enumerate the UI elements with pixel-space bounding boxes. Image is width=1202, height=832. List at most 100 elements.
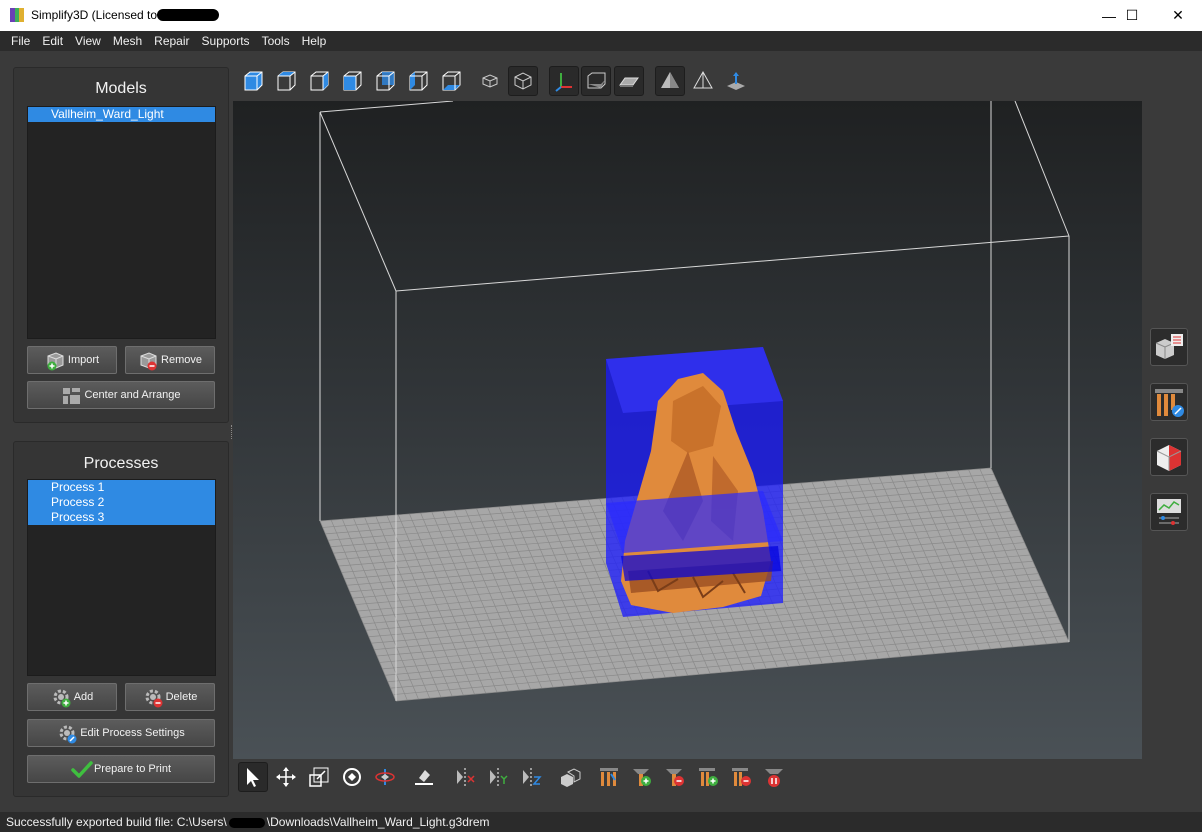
prepare-to-print-button[interactable]: Prepare to Print [27, 755, 215, 783]
rotate-icon [343, 768, 361, 786]
view-right-button[interactable] [436, 66, 466, 96]
menu-bar: File Edit View Mesh Repair Supports Tool… [0, 31, 1202, 51]
support-add-button[interactable] [627, 762, 657, 792]
view-left-button[interactable] [403, 66, 433, 96]
processes-panel: Processes Process 1 Process 2 Process 3 … [13, 441, 229, 797]
remove-button[interactable]: Remove [125, 346, 215, 374]
view-back-button[interactable] [370, 66, 400, 96]
title-bar: Simplify3D (Licensed to — ☐ ✕ [0, 0, 1202, 31]
place-on-bed-icon [415, 770, 433, 785]
build-volume-button[interactable] [581, 66, 611, 96]
view-front-button[interactable] [337, 66, 367, 96]
print-stats-button[interactable] [1150, 493, 1188, 531]
center-and-arrange-button[interactable]: Center and Arrange [27, 381, 215, 409]
3d-viewport[interactable] [233, 101, 1142, 759]
axes-icon [555, 73, 572, 92]
support-remove-icon [666, 769, 684, 786]
support-remove-button[interactable] [660, 762, 690, 792]
menu-supports[interactable]: Supports [196, 34, 256, 48]
mirror-x-button[interactable] [450, 762, 480, 792]
bed-icon [619, 77, 639, 87]
view-bottom-icon [310, 71, 329, 91]
edit-process-settings-button[interactable]: Edit Process Settings [27, 719, 215, 747]
select-button[interactable] [238, 762, 268, 792]
wireframe-button[interactable] [688, 66, 718, 96]
perspective-button[interactable] [475, 66, 505, 96]
models-title: Models [95, 80, 147, 97]
import-button[interactable]: Import [27, 346, 117, 374]
edit-supports-button[interactable] [1150, 383, 1188, 421]
wireframe-icon [693, 70, 713, 89]
remove-icon [138, 351, 158, 371]
checkmark-icon [71, 760, 93, 778]
object-list-button[interactable] [1150, 328, 1188, 366]
redacted-username [228, 817, 265, 828]
support-remove-manual-button[interactable] [726, 762, 756, 792]
view-bottom-button[interactable] [304, 66, 334, 96]
object-list-icon [1155, 334, 1183, 359]
add-gear-icon [51, 688, 71, 708]
menu-view[interactable]: View [69, 34, 107, 48]
scale-button[interactable] [304, 762, 334, 792]
support-delete-all-button[interactable] [759, 762, 789, 792]
support-add-manual-button[interactable] [693, 762, 723, 792]
menu-edit[interactable]: Edit [36, 34, 69, 48]
menu-tools[interactable]: Tools [256, 34, 296, 48]
list-item[interactable]: Process 3 [28, 510, 215, 525]
select-icon [247, 768, 259, 787]
mirror-y-icon [490, 768, 508, 786]
menu-file[interactable]: File [5, 34, 36, 48]
place-on-bed-button[interactable] [409, 762, 439, 792]
view-top-button[interactable] [271, 66, 301, 96]
view-default-icon [244, 71, 263, 91]
axes-button[interactable] [549, 66, 579, 96]
list-item[interactable]: Vallheim_Ward_Light [28, 107, 215, 122]
close-button[interactable]: ✕ [1155, 0, 1201, 31]
list-item[interactable]: Process 2 [28, 495, 215, 510]
menu-repair[interactable]: Repair [148, 34, 195, 48]
cross-section-button[interactable] [1150, 438, 1188, 476]
prepare-label: Prepare to Print [93, 763, 172, 775]
edit-gear-icon [57, 724, 77, 744]
processes-list[interactable]: Process 1 Process 2 Process 3 [27, 479, 216, 676]
normals-button[interactable] [721, 66, 751, 96]
app-icon [10, 8, 25, 22]
view-front-icon [343, 71, 362, 91]
status-bar: Successfully exported build file: C:\Use… [0, 812, 1202, 832]
orthographic-button[interactable] [508, 66, 538, 96]
perspective-icon [482, 74, 498, 88]
support-add-icon [633, 769, 651, 786]
delete-process-button[interactable]: Delete [125, 683, 215, 711]
models-list[interactable]: Vallheim_Ward_Light [27, 106, 216, 339]
add-process-button[interactable]: Add [27, 683, 117, 711]
rotate-axis-button[interactable] [370, 762, 400, 792]
support-bands [606, 491, 783, 581]
list-item[interactable]: Process 1 [28, 480, 215, 495]
view-default-button[interactable] [238, 66, 268, 96]
view-top-icon [277, 71, 296, 91]
arrange-icon [61, 386, 81, 404]
transform-toolbar [236, 762, 796, 794]
maximize-button[interactable]: ☐ [1109, 0, 1155, 31]
cross-section-icon [1156, 445, 1182, 471]
import-label: Import [67, 354, 100, 366]
scale-icon [309, 767, 329, 787]
mirror-y-button[interactable] [483, 762, 513, 792]
mirror-z-button[interactable] [516, 762, 546, 792]
mirror-z-icon [523, 768, 542, 786]
import-icon [45, 351, 65, 371]
support-generate-button[interactable] [594, 762, 624, 792]
menu-help[interactable]: Help [296, 34, 333, 48]
menu-mesh[interactable]: Mesh [107, 34, 148, 48]
edit-process-label: Edit Process Settings [80, 727, 185, 739]
duplicate-button[interactable] [555, 762, 585, 792]
support-add-manual-icon [699, 768, 718, 786]
bed-button[interactable] [614, 66, 644, 96]
delete-gear-icon [143, 688, 163, 708]
shaded-button[interactable] [655, 66, 685, 96]
window-title: Simplify3D (Licensed to [31, 8, 158, 22]
rotate-button[interactable] [337, 762, 367, 792]
delete-label: Delete [165, 691, 198, 703]
move-button[interactable] [271, 762, 301, 792]
processes-title: Processes [83, 455, 159, 472]
